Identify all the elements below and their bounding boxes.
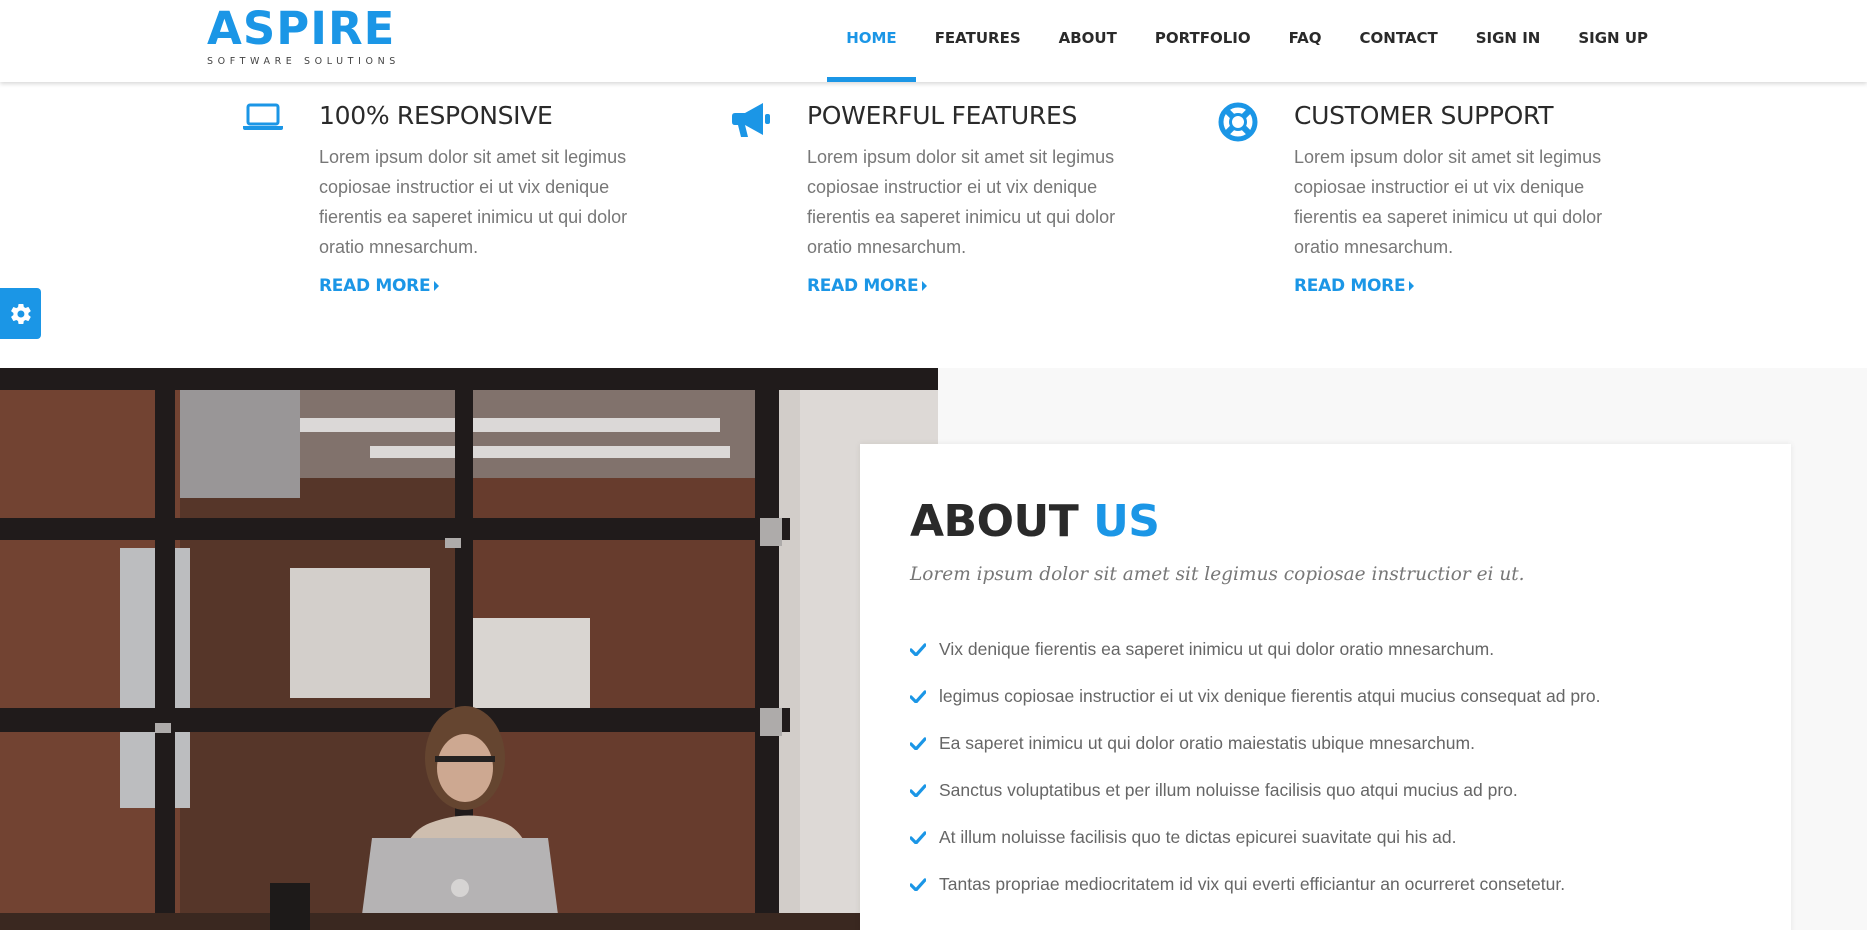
nav-sign-up[interactable]: SIGN UP bbox=[1559, 0, 1667, 82]
feature-line: fierentis ea saperet inimicu ut qui dolo… bbox=[807, 207, 1116, 227]
caret-right-icon bbox=[434, 281, 440, 291]
feature-title: 100% RESPONSIVE bbox=[319, 101, 553, 130]
check-icon bbox=[910, 878, 926, 891]
feature-line: Lorem ipsum dolor sit amet sit legimus bbox=[807, 147, 1115, 167]
list-item-text: Vix denique fierentis ea saperet inimicu… bbox=[939, 639, 1495, 659]
megaphone-icon bbox=[729, 100, 773, 145]
read-more-link[interactable]: READ MORE bbox=[807, 276, 1147, 296]
about-subtitle: Lorem ipsum dolor sit amet sit legimus c… bbox=[910, 564, 1525, 585]
laptop-icon bbox=[241, 100, 285, 137]
caret-right-icon bbox=[1409, 281, 1415, 291]
feature-line: copiosae instructior ei ut vix denique bbox=[319, 177, 610, 197]
about-title: ABOUT US bbox=[910, 496, 1160, 547]
about-list: Vix denique fierentis ea saperet inimicu… bbox=[910, 626, 1600, 908]
read-more-label: READ MORE bbox=[319, 276, 431, 296]
nav-contact[interactable]: CONTACT bbox=[1341, 0, 1457, 82]
nav-home[interactable]: HOME bbox=[827, 0, 917, 82]
feature-line: fierentis ea saperet inimicu ut qui dolo… bbox=[1294, 207, 1603, 227]
nav-faq[interactable]: FAQ bbox=[1270, 0, 1341, 82]
feature-line: Lorem ipsum dolor sit amet sit legimus bbox=[1294, 147, 1602, 167]
read-more-label: READ MORE bbox=[807, 276, 919, 296]
list-item: Ea saperet inimicu ut qui dolor oratio m… bbox=[910, 720, 1600, 767]
nav-features[interactable]: FEATURES bbox=[916, 0, 1040, 82]
feature-title: POWERFUL FEATURES bbox=[807, 101, 1078, 130]
list-item: Tantas propriae mediocritatem id vix qui… bbox=[910, 861, 1600, 908]
feature-line: copiosae instructior ei ut vix denique bbox=[1294, 177, 1585, 197]
check-icon bbox=[910, 690, 926, 703]
list-item-text: Ea saperet inimicu ut qui dolor oratio m… bbox=[939, 733, 1475, 753]
feature-line: Lorem ipsum dolor sit amet sit legimus bbox=[319, 147, 627, 167]
feature-title: CUSTOMER SUPPORT bbox=[1294, 101, 1554, 130]
check-icon bbox=[910, 831, 926, 844]
office-photo bbox=[0, 368, 938, 930]
feature-line: oratio mnesarchum. bbox=[1294, 237, 1454, 257]
check-icon bbox=[910, 737, 926, 750]
feature-line: fierentis ea saperet inimicu ut qui dolo… bbox=[319, 207, 628, 227]
logo-tagline: SOFTWARE SOLUTIONS bbox=[207, 56, 400, 67]
list-item-text: legimus copiosae instructior ei ut vix d… bbox=[939, 686, 1601, 706]
settings-toggle-button[interactable] bbox=[0, 288, 41, 339]
site-header: ASPIRE SOFTWARE SOLUTIONS HOME FEATURES … bbox=[0, 0, 1867, 82]
list-item: Sanctus voluptatibus et per illum noluis… bbox=[910, 767, 1600, 814]
life-ring-icon bbox=[1216, 100, 1260, 149]
main-nav: HOME FEATURES ABOUT PORTFOLIO FAQ CONTAC… bbox=[827, 0, 1667, 82]
feature-description: Lorem ipsum dolor sit amet sit legimus c… bbox=[319, 142, 659, 262]
about-card: ABOUT US Lorem ipsum dolor sit amet sit … bbox=[860, 444, 1791, 930]
list-item: Vix denique fierentis ea saperet inimicu… bbox=[910, 626, 1600, 673]
read-more-link[interactable]: READ MORE bbox=[319, 276, 659, 296]
read-more-link[interactable]: READ MORE bbox=[1294, 276, 1634, 296]
feature-line: oratio mnesarchum. bbox=[807, 237, 967, 257]
list-item-text: Sanctus voluptatibus et per illum noluis… bbox=[939, 780, 1518, 800]
gear-icon bbox=[10, 303, 31, 324]
list-item-text: At illum noluisse facilisis quo te dicta… bbox=[939, 827, 1457, 847]
caret-right-icon bbox=[922, 281, 928, 291]
nav-sign-in[interactable]: SIGN IN bbox=[1457, 0, 1560, 82]
read-more-label: READ MORE bbox=[1294, 276, 1406, 296]
feature-line: oratio mnesarchum. bbox=[319, 237, 479, 257]
feature-line: copiosae instructior ei ut vix denique bbox=[807, 177, 1098, 197]
feature-description: Lorem ipsum dolor sit amet sit legimus c… bbox=[1294, 142, 1634, 262]
logo-title: ASPIRE bbox=[207, 2, 396, 55]
about-section: ABOUT US Lorem ipsum dolor sit amet sit … bbox=[0, 368, 1867, 930]
nav-about[interactable]: ABOUT bbox=[1040, 0, 1136, 82]
check-icon bbox=[910, 643, 926, 656]
list-item: legimus copiosae instructior ei ut vix d… bbox=[910, 673, 1600, 720]
feature-description: Lorem ipsum dolor sit amet sit legimus c… bbox=[807, 142, 1147, 262]
about-title-accent: US bbox=[1093, 496, 1160, 547]
about-title-main: ABOUT bbox=[910, 496, 1079, 547]
nav-portfolio[interactable]: PORTFOLIO bbox=[1136, 0, 1270, 82]
list-item: At illum noluisse facilisis quo te dicta… bbox=[910, 814, 1600, 861]
check-icon bbox=[910, 784, 926, 797]
logo[interactable]: ASPIRE SOFTWARE SOLUTIONS bbox=[207, 2, 400, 68]
list-item-text: Tantas propriae mediocritatem id vix qui… bbox=[939, 874, 1566, 894]
